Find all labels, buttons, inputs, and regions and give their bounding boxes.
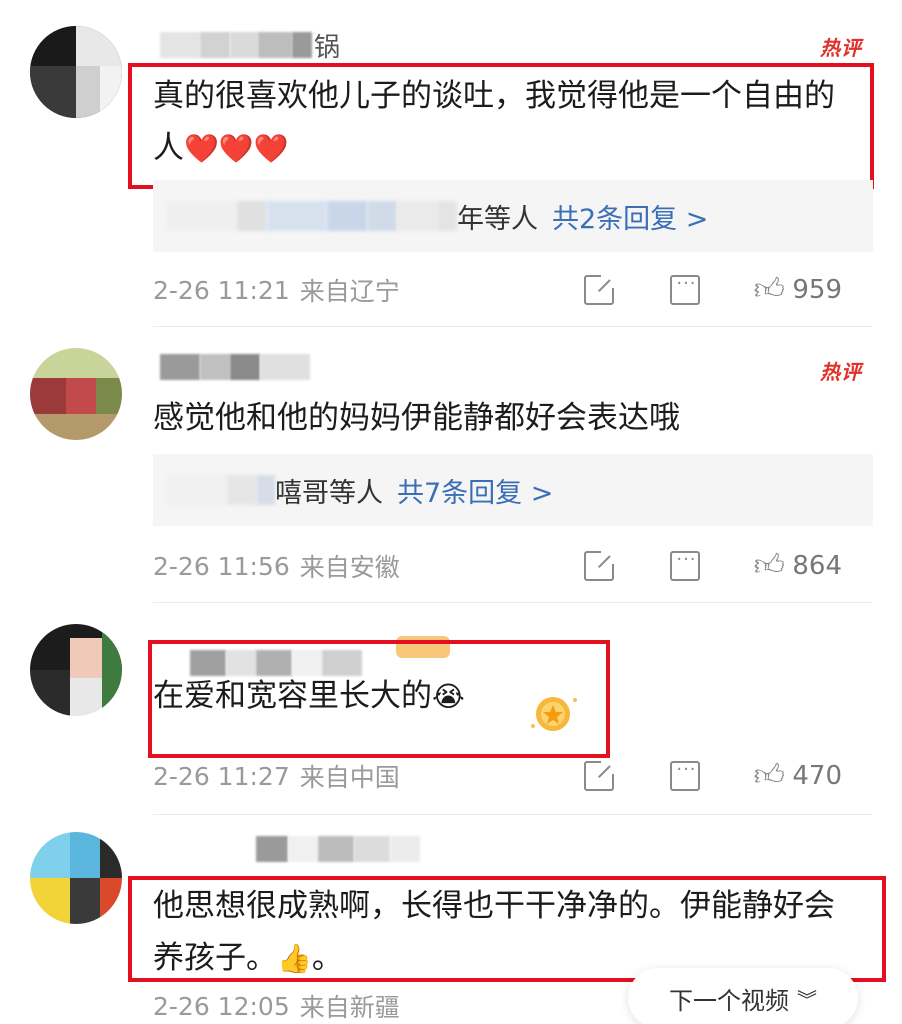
comment-time: 2-26 11:56 [153, 551, 290, 581]
like-count: 470 [792, 761, 842, 791]
like-icon[interactable]: 👍︎ [752, 272, 786, 307]
like-icon[interactable]: 👍︎ [752, 758, 786, 793]
next-video-label: 下一个视频 [669, 986, 789, 1015]
comment-text: 感觉他和他的妈妈伊能静都好会表达哦 [153, 400, 680, 436]
highlight-box [128, 876, 886, 982]
comment-meta: 2-26 11:56 来自安徽 👍︎ 864 [153, 546, 872, 586]
avatar[interactable] [30, 832, 122, 924]
replies-preview[interactable]: 年等人 共2条回复 > [153, 180, 873, 252]
share-icon[interactable] [584, 274, 616, 305]
comment-actions: 👍︎ 959 [584, 272, 842, 307]
comment-icon[interactable] [670, 549, 701, 581]
comment-icon[interactable] [670, 759, 701, 791]
divider [153, 602, 872, 603]
divider [153, 326, 872, 327]
like-count: 959 [792, 275, 842, 305]
reply-names: 年等人 [457, 203, 538, 235]
avatar[interactable] [30, 26, 122, 118]
comment-time: 2-26 11:27 [153, 761, 290, 791]
comment-icon[interactable] [670, 273, 701, 305]
highlight-box [128, 63, 874, 189]
hot-badge: 热评 [820, 36, 862, 60]
reply-names: 嘻哥等人 [275, 477, 383, 509]
username[interactable] [160, 352, 310, 382]
share-icon[interactable] [584, 760, 616, 791]
comment-actions: 👍︎ 864 [584, 548, 842, 583]
replies-preview[interactable]: 嘻哥等人 共7条回复 > [153, 454, 873, 526]
username[interactable] [256, 834, 420, 864]
username-tail: 锅 [314, 32, 341, 63]
like-count: 864 [792, 551, 842, 581]
view-replies-link[interactable]: 共2条回复 > [552, 197, 708, 236]
comment-meta: 2-26 11:27 来自中国 👍︎ 470 [153, 756, 872, 796]
highlight-box [148, 640, 610, 758]
share-icon[interactable] [584, 550, 616, 581]
comment-location: 来自中国 [299, 763, 400, 792]
reply-avatars [167, 470, 275, 510]
comment-location: 来自辽宁 [299, 277, 400, 306]
comment-time: 2-26 11:21 [153, 275, 290, 305]
view-replies-link[interactable]: 共7条回复 > [397, 471, 553, 510]
avatar[interactable] [30, 624, 122, 716]
divider [153, 814, 872, 815]
reply-avatars [167, 196, 457, 236]
next-video-button[interactable]: 下一个视频 ︾ [628, 968, 858, 1024]
comment-meta: 2-26 11:21 来自辽宁 👍︎ 959 [153, 270, 872, 310]
hot-badge: 热评 [820, 360, 862, 384]
comment-actions: 👍︎ 470 [584, 758, 842, 793]
username[interactable]: 锅 [160, 30, 340, 63]
comment-location: 来自安徽 [299, 553, 400, 582]
like-icon[interactable]: 👍︎ [752, 548, 786, 583]
comment-time: 2-26 12:05 [153, 991, 290, 1021]
double-chevron-down-icon: ︾ [797, 987, 817, 1012]
avatar[interactable] [30, 348, 122, 440]
comment-location: 来自新疆 [299, 993, 400, 1022]
